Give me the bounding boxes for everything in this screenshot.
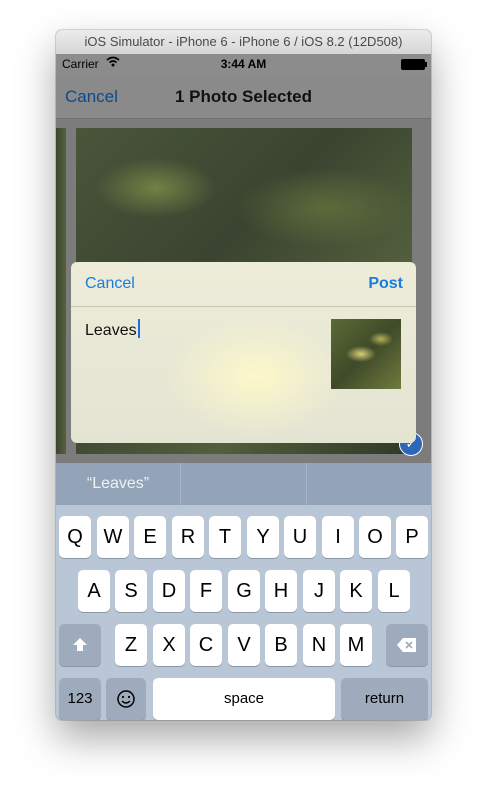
nav-title: 1 Photo Selected bbox=[175, 87, 312, 106]
numbers-key[interactable]: 123 bbox=[59, 678, 101, 720]
share-post-button[interactable]: Post bbox=[368, 275, 403, 293]
key-c[interactable]: C bbox=[190, 624, 222, 666]
share-sheet-bar: Cancel Post bbox=[71, 262, 416, 307]
share-sheet: Cancel Post Leaves bbox=[71, 262, 416, 443]
share-text-field[interactable]: Leaves bbox=[85, 319, 140, 340]
emoji-key[interactable] bbox=[106, 678, 146, 720]
key-r[interactable]: R bbox=[172, 516, 204, 558]
key-x[interactable]: X bbox=[153, 624, 185, 666]
key-b[interactable]: B bbox=[265, 624, 297, 666]
text-caret bbox=[137, 319, 140, 338]
space-key[interactable]: space bbox=[153, 678, 335, 720]
key-s[interactable]: S bbox=[115, 570, 147, 612]
delete-icon bbox=[397, 638, 416, 652]
share-cancel-button[interactable]: Cancel bbox=[85, 275, 135, 293]
key-q[interactable]: Q bbox=[59, 516, 91, 558]
photo-thumbnail-left[interactable] bbox=[56, 128, 66, 454]
key-h[interactable]: H bbox=[265, 570, 297, 612]
key-a[interactable]: A bbox=[78, 570, 110, 612]
key-f[interactable]: F bbox=[190, 570, 222, 612]
emoji-icon bbox=[117, 690, 135, 708]
key-o[interactable]: O bbox=[359, 516, 391, 558]
key-l[interactable]: L bbox=[378, 570, 410, 612]
suggestion-3[interactable] bbox=[307, 463, 431, 505]
key-y[interactable]: Y bbox=[247, 516, 279, 558]
key-g[interactable]: G bbox=[228, 570, 260, 612]
key-k[interactable]: K bbox=[340, 570, 372, 612]
battery-icon bbox=[401, 59, 427, 70]
delete-key[interactable] bbox=[386, 624, 428, 666]
key-z[interactable]: Z bbox=[115, 624, 147, 666]
status-time: 3:44 AM bbox=[220, 57, 267, 71]
key-w[interactable]: W bbox=[97, 516, 129, 558]
nav-bar: Cancel 1 Photo Selected bbox=[56, 74, 431, 119]
key-m[interactable]: M bbox=[340, 624, 372, 666]
suggestion-2[interactable] bbox=[181, 463, 306, 505]
key-p[interactable]: P bbox=[396, 516, 428, 558]
shift-icon bbox=[73, 638, 87, 651]
keyboard: Q W E R T Y U I O P A S D F G H J K L Z … bbox=[56, 505, 431, 720]
key-u[interactable]: U bbox=[284, 516, 316, 558]
key-j[interactable]: J bbox=[303, 570, 335, 612]
key-n[interactable]: N bbox=[303, 624, 335, 666]
key-v[interactable]: V bbox=[228, 624, 260, 666]
window-title: iOS Simulator - iPhone 6 - iPhone 6 / iO… bbox=[56, 30, 431, 55]
attachment-thumbnail bbox=[331, 319, 401, 389]
key-i[interactable]: I bbox=[322, 516, 354, 558]
return-key[interactable]: return bbox=[341, 678, 428, 720]
shift-key[interactable] bbox=[59, 624, 101, 666]
key-e[interactable]: E bbox=[134, 516, 166, 558]
share-text-value: Leaves bbox=[85, 322, 137, 339]
suggestion-bar: “Leaves” bbox=[56, 463, 431, 506]
photo-content: ✓ Cancel Post Leaves bbox=[56, 119, 431, 463]
simulator-window: iOS Simulator - iPhone 6 - iPhone 6 / iO… bbox=[56, 30, 431, 720]
key-t[interactable]: T bbox=[209, 516, 241, 558]
key-d[interactable]: D bbox=[153, 570, 185, 612]
suggestion-1[interactable]: “Leaves” bbox=[56, 463, 180, 505]
device-screen: Carrier 3:44 AM Cancel 1 Photo Selected … bbox=[56, 54, 431, 720]
status-bar: Carrier 3:44 AM bbox=[56, 54, 431, 74]
